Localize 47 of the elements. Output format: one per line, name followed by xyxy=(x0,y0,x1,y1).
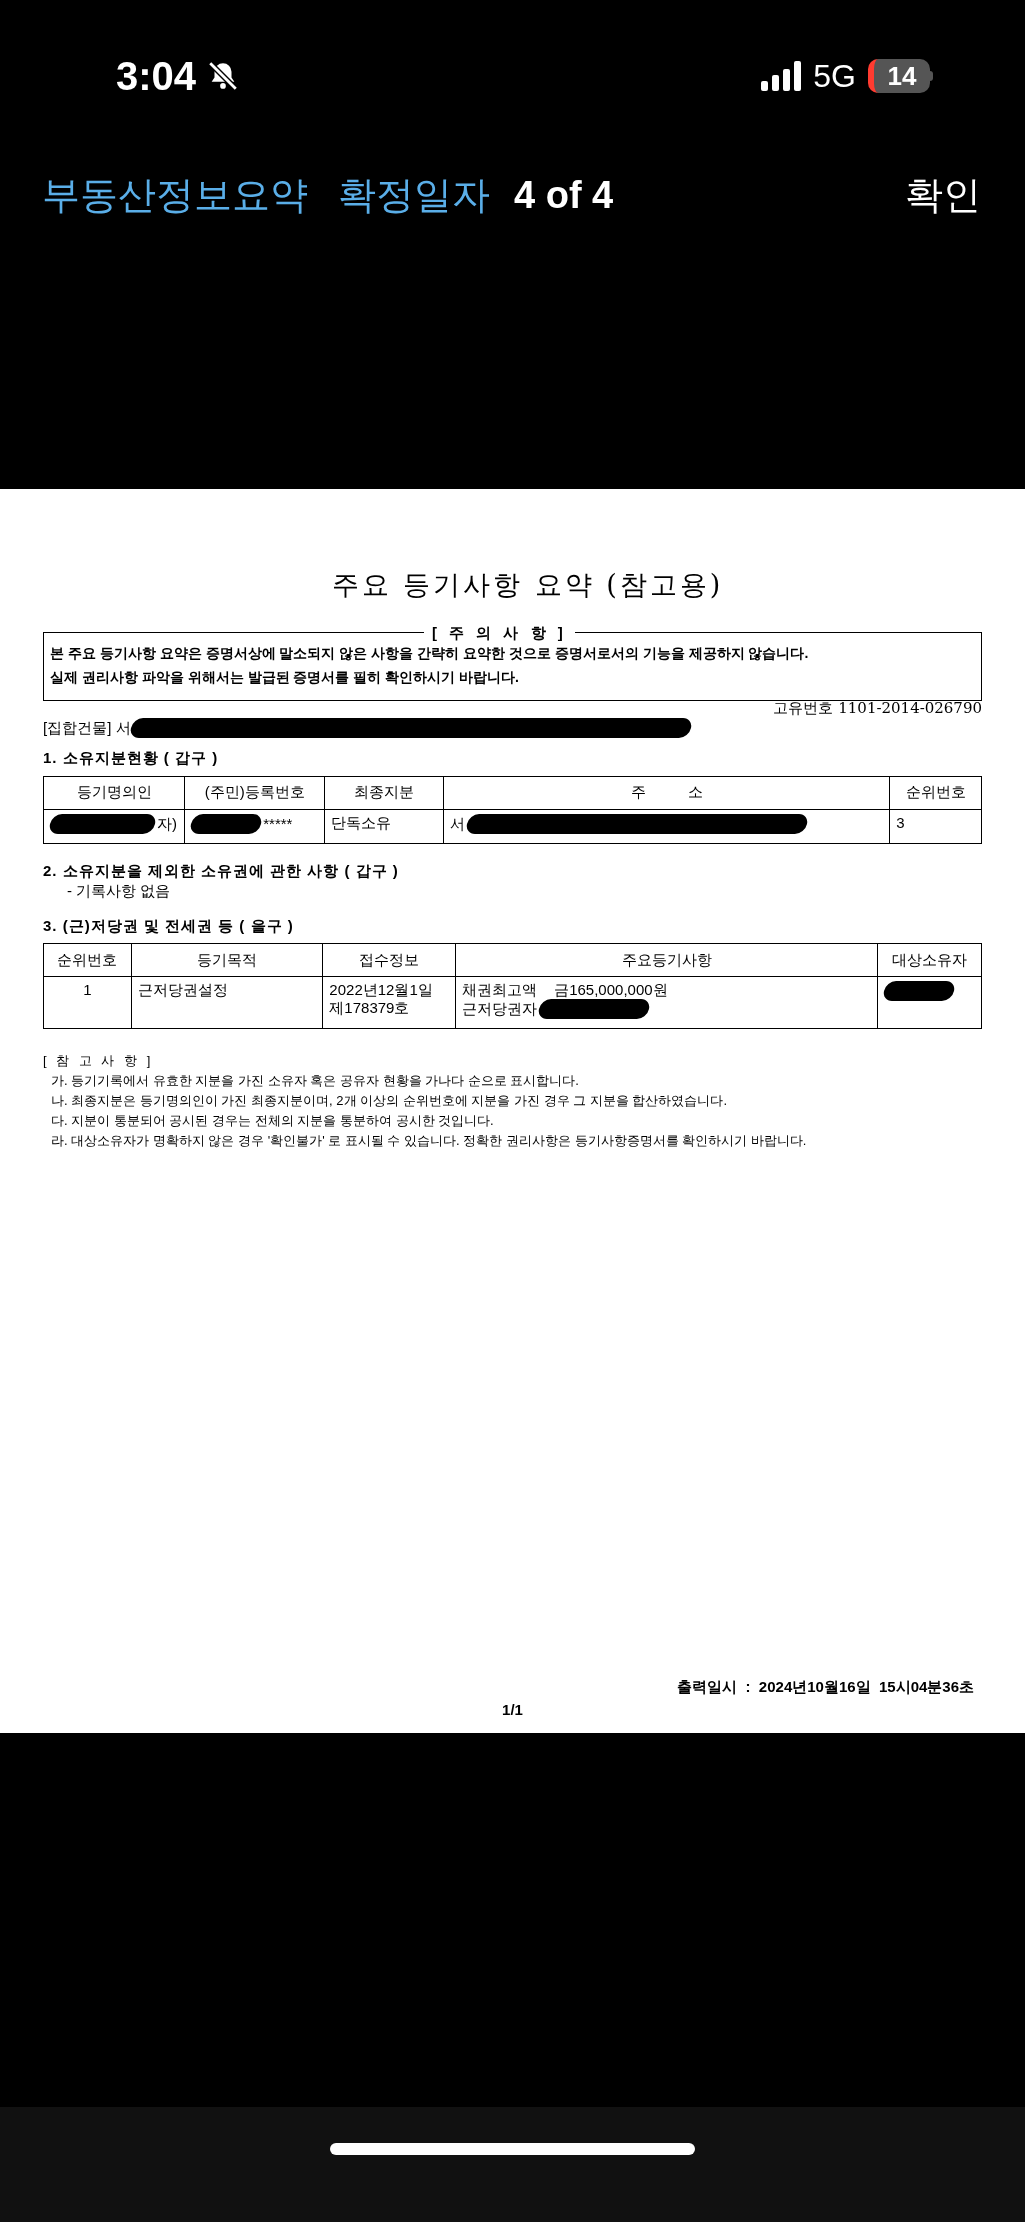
table-cell-text: 단독소유 xyxy=(331,813,392,832)
page-number: 1/1 xyxy=(502,1699,523,1720)
battery-level: 14 xyxy=(868,59,930,93)
note-text: 가. 등기기록에서 유효한 지분을 가진 소유자 혹은 공유자 현황을 가나다 순으로 표시합니다. xyxy=(51,1071,580,1090)
table-cell-text: ***** xyxy=(263,814,293,833)
column-header: 순위번호 xyxy=(43,943,132,977)
notice-text: 본 주요 등기사항 요약은 증명서상에 말소되지 않은 사항을 간략히 요약한 것으로 증명서로서의 기능을 제공하지 않습니다. xyxy=(50,643,810,663)
network-label: 5G xyxy=(813,57,856,96)
nav-title[interactable]: 부동산정보요약 xyxy=(42,166,308,224)
clock-time: 3:04 xyxy=(116,53,197,100)
notice-text: 실제 권리사항 파악을 위해서는 발급된 증명서를 필히 확인하시기 바랍니다. xyxy=(50,667,520,687)
building-label: [집합건물] 서 xyxy=(43,717,131,738)
table-cell-text: 제178379호 xyxy=(329,999,410,1017)
note-text: 다. 지분이 통분되어 공시된 경우는 전체의 지분을 통분하여 공시한 것입니다. xyxy=(51,1111,495,1130)
table-cell-text: 자) xyxy=(157,814,177,833)
column-header: 등기명의인 xyxy=(43,776,185,809)
column-header: 주 소 xyxy=(443,776,890,809)
unique-number: 고유번호 1101-2014-026790 xyxy=(773,697,982,719)
column-header: 등기목적 xyxy=(131,943,323,977)
column-header: (주민)등록번호 xyxy=(184,776,325,809)
column-header: 대상소유자 xyxy=(877,943,982,977)
column-header: 순위번호 xyxy=(889,776,982,809)
confirm-button[interactable]: 확인 xyxy=(905,166,981,224)
table-cell-text: 근저당권자 xyxy=(462,1000,538,1018)
home-indicator[interactable] xyxy=(330,2143,695,2155)
battery-tip-icon xyxy=(930,71,933,81)
note-text: 나. 최종지분은 등기명의인이 가진 최종지분이며, 2개 이상의 순위번호에 지분을 가진 경우 그 지분을 합산하였습니다. xyxy=(51,1091,729,1110)
table-cell-text: 서 xyxy=(450,814,466,833)
table-cell-text: 1 xyxy=(83,981,92,999)
table-cell-text: 근저당권설정 xyxy=(137,981,228,999)
table-cell-text: 채권최고액 금165,000,000원 xyxy=(462,981,668,999)
section-heading: 3. (근)저당권 및 전세권 등 ( 을구 ) xyxy=(43,915,295,936)
page-counter: 4 of 4 xyxy=(514,172,614,218)
record-note: - 기록사항 없음 xyxy=(67,881,172,901)
column-header: 접수정보 xyxy=(322,943,456,977)
notes-heading: [ 참 고 사 항 ] xyxy=(43,1052,155,1070)
column-header: 주요등기사항 xyxy=(456,943,878,977)
note-text: 라. 대상소유자가 명확하지 않은 경우 '확인불가' 로 표시될 수 있습니다. 정확한 권리사항은 등기사항증명서를 확인하시기 바랍니다. xyxy=(51,1131,808,1150)
table-cell-text: 2022년12월1일 xyxy=(329,981,433,999)
column-header: 최종지분 xyxy=(324,776,444,809)
table-cell-text: 3 xyxy=(896,813,905,832)
nav-subtitle[interactable]: 확정일자 xyxy=(338,166,490,224)
print-timestamp: 출력일시 : 2024년10월16일 15시04분36초 xyxy=(677,1677,974,1697)
section-heading: 2. 소유지분을 제외한 소유권에 관한 사항 ( 갑구 ) xyxy=(43,860,400,881)
section-heading: 1. 소유지분현황 ( 갑구 ) xyxy=(43,748,220,768)
signal-icon xyxy=(761,61,802,91)
document-title: 주요 등기사항 요약 (참고용) xyxy=(331,568,724,602)
